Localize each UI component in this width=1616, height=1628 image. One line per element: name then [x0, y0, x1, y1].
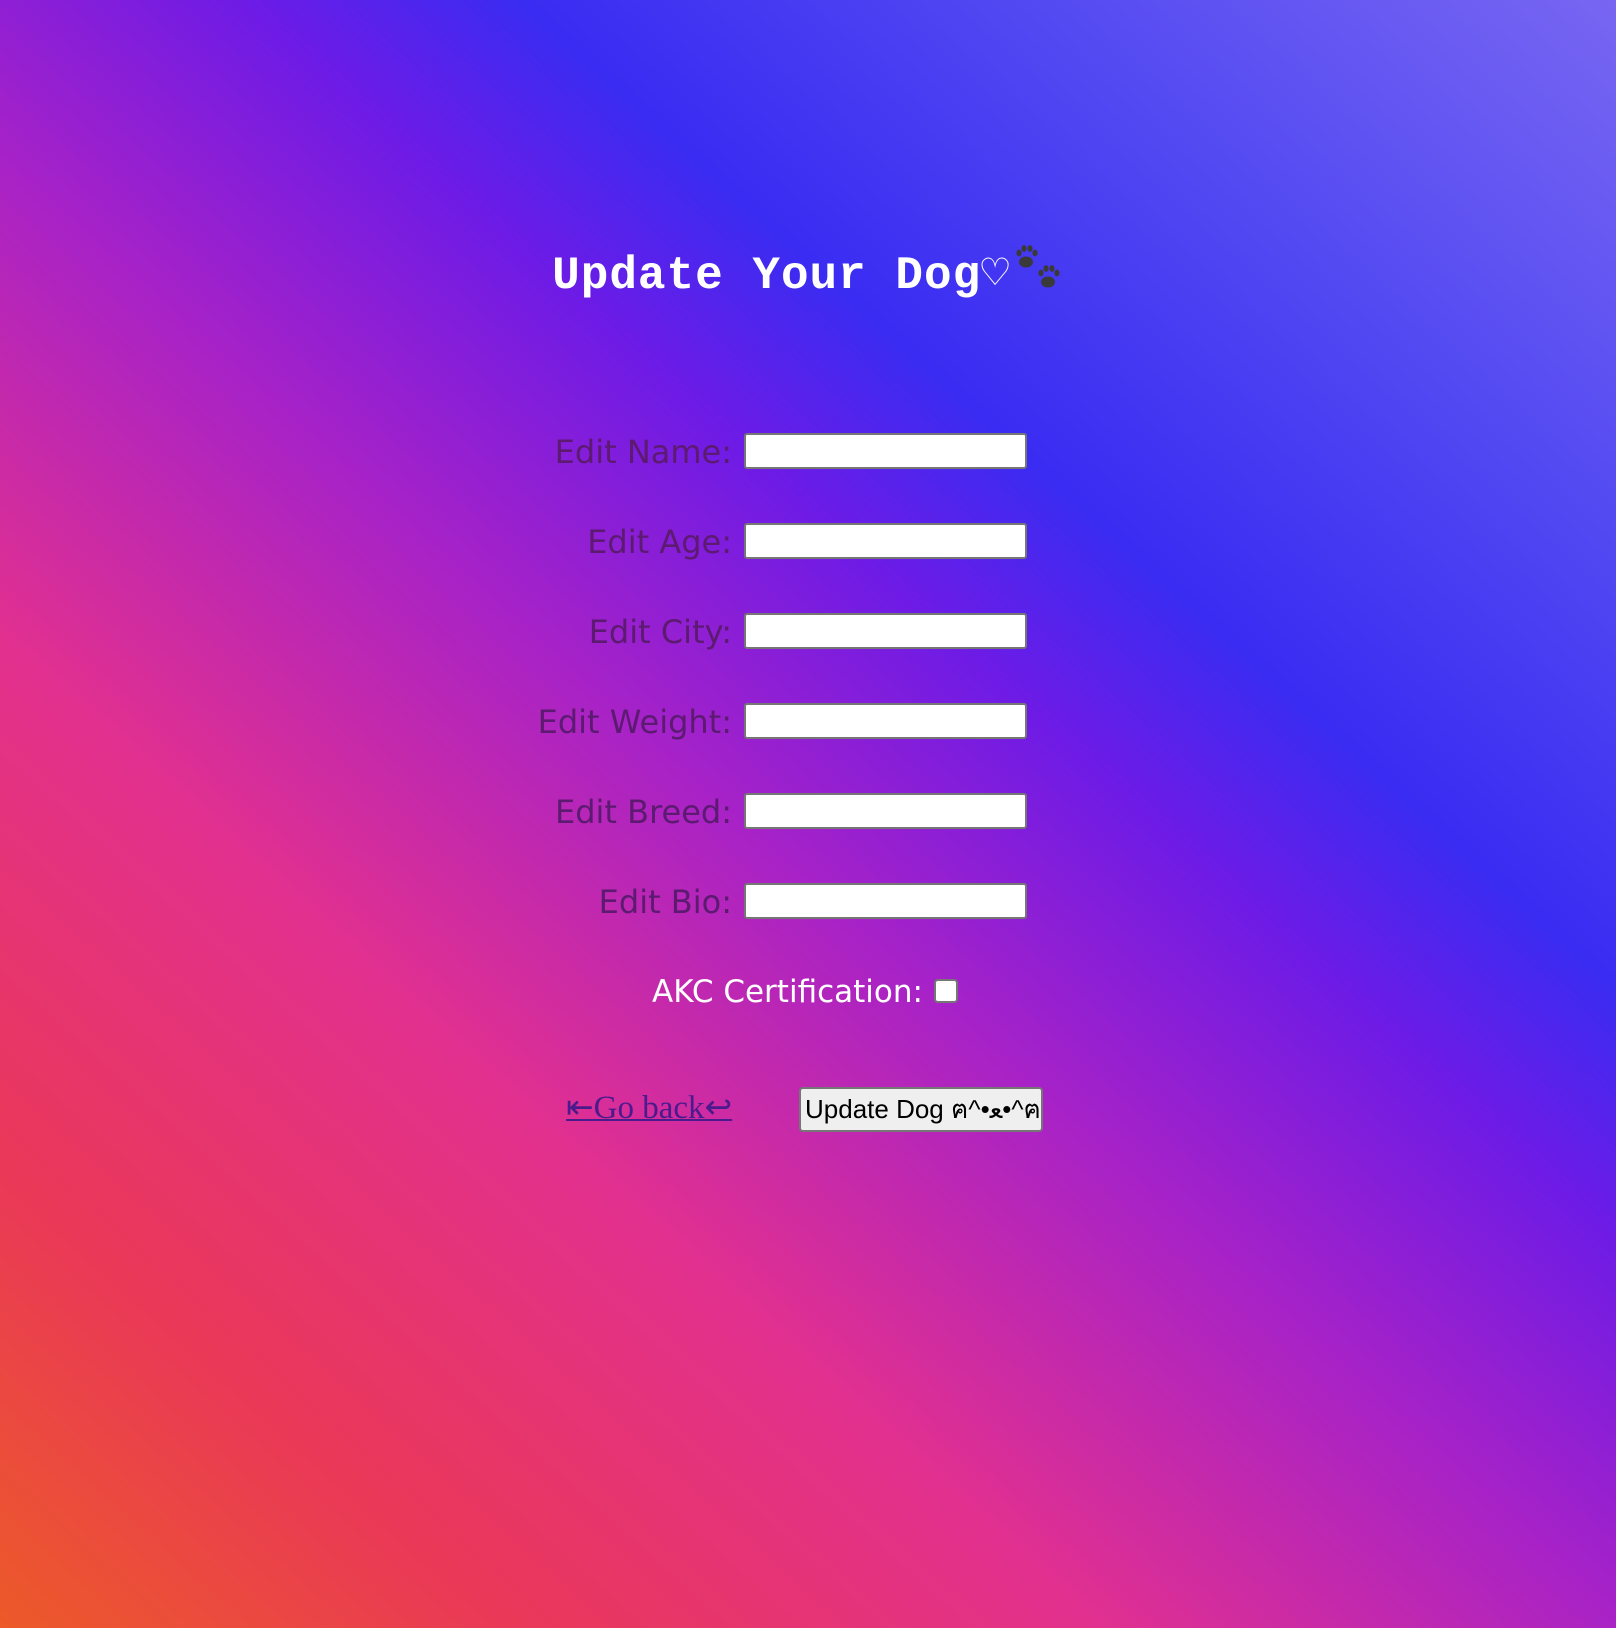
- breed-input[interactable]: [744, 793, 1027, 829]
- city-label: Edit City:: [588, 613, 732, 651]
- breed-label: Edit Breed:: [554, 793, 732, 831]
- update-dog-button[interactable]: Update Dog ฅ^•ﻌ•^ฅ: [799, 1087, 1043, 1132]
- name-input[interactable]: [744, 433, 1027, 469]
- go-back-link[interactable]: ⇤Go back↩: [566, 1086, 732, 1130]
- weight-label: Edit Weight:: [537, 703, 732, 741]
- city-input[interactable]: [744, 613, 1027, 649]
- name-label: Edit Name:: [554, 433, 732, 471]
- weight-row: Edit Weight:: [0, 702, 1616, 742]
- age-input[interactable]: [744, 523, 1027, 559]
- bio-label: Edit Bio:: [598, 883, 732, 921]
- bio-input[interactable]: [744, 883, 1027, 919]
- akc-row: AKC Certification:: [0, 972, 1616, 1012]
- page-title: Update Your Dog♡: [0, 244, 1616, 306]
- akc-certification-label: AKC Certification:: [652, 974, 923, 1010]
- akc-certification-checkbox[interactable]: [934, 979, 958, 1003]
- age-row: Edit Age:: [0, 522, 1616, 562]
- age-label: Edit Age:: [587, 523, 732, 561]
- page-title-text: Update Your Dog♡: [552, 250, 1010, 302]
- city-row: Edit City:: [0, 612, 1616, 652]
- name-row: Edit Name:: [0, 432, 1616, 472]
- breed-row: Edit Breed:: [0, 792, 1616, 832]
- weight-input[interactable]: [744, 703, 1027, 739]
- paws-icon: [1016, 245, 1060, 288]
- bio-row: Edit Bio:: [0, 882, 1616, 922]
